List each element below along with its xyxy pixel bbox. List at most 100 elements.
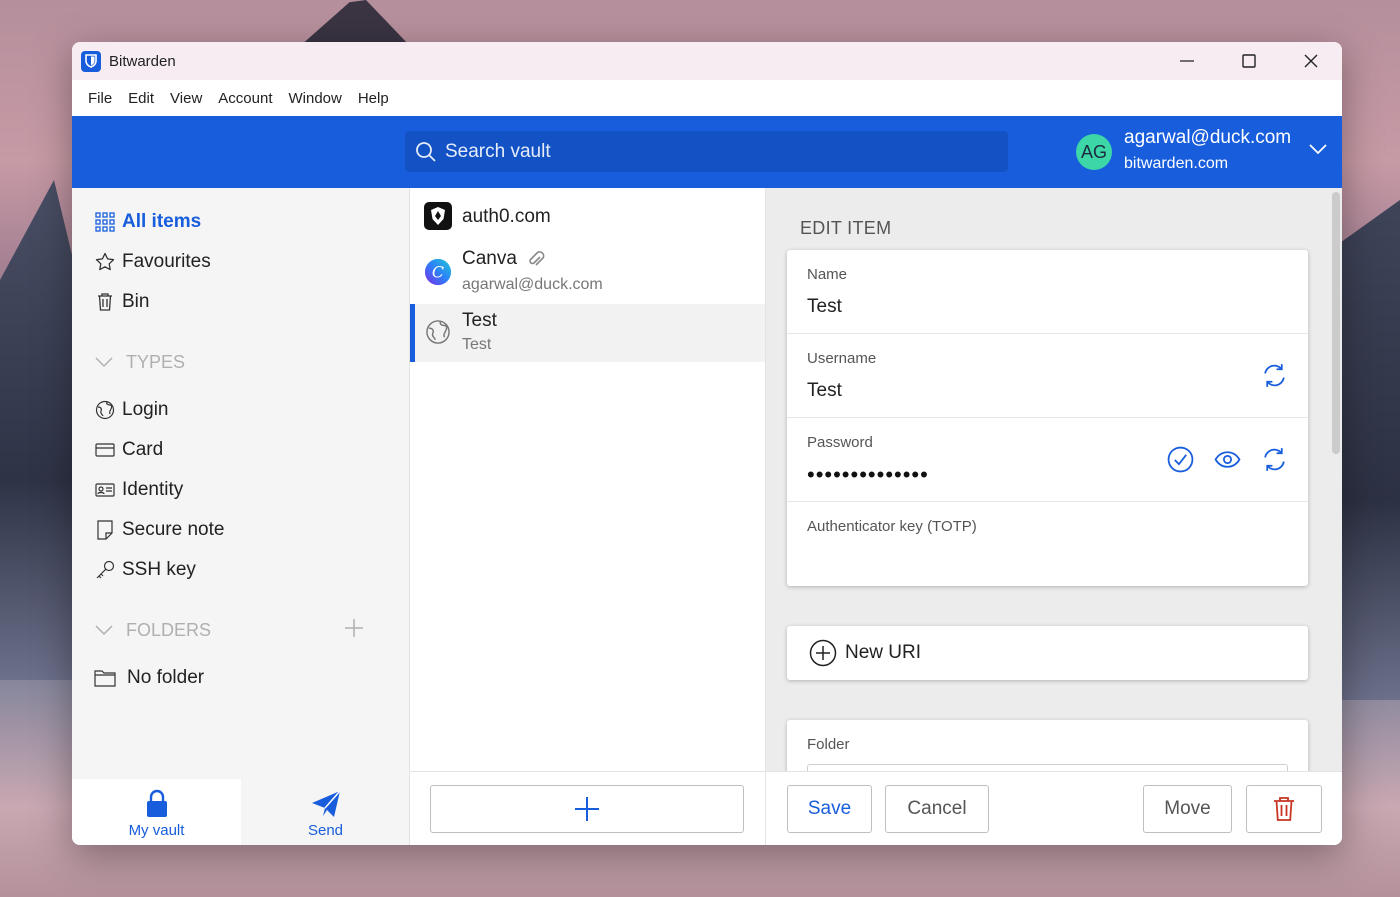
search-icon [415, 141, 437, 163]
check-password-icon[interactable] [1167, 446, 1194, 473]
menu-window[interactable]: Window [280, 90, 349, 107]
chevron-down-icon[interactable] [1308, 142, 1328, 160]
lock-icon [145, 786, 169, 818]
bitwarden-window: Bitwarden File Edit View Account Window … [72, 42, 1342, 845]
search-input[interactable] [445, 140, 985, 163]
sidebar-item-ssh-key[interactable]: SSH key [72, 550, 409, 590]
delete-button[interactable] [1246, 785, 1322, 833]
folders-section-header[interactable]: FOLDERS [72, 610, 409, 650]
sidebar-item-all-items[interactable]: All items [72, 202, 409, 242]
folder-icon [94, 667, 116, 689]
cancel-button[interactable]: Cancel [885, 785, 989, 833]
sidebar-item-label: Favourites [122, 251, 211, 272]
edit-footer: Save Cancel Move [766, 771, 1342, 845]
name-label: Name [807, 266, 848, 283]
generate-password-icon[interactable] [1261, 446, 1288, 473]
password-field[interactable]: Password •••••••••••••• [787, 418, 1308, 502]
scrollbar[interactable] [1332, 192, 1340, 454]
sidebar-item-favourites[interactable]: Favourites [72, 242, 409, 282]
globe-icon [94, 399, 116, 421]
star-icon [94, 251, 116, 273]
move-button[interactable]: Move [1143, 785, 1232, 833]
add-item-button[interactable] [430, 785, 744, 833]
avatar[interactable]: AG [1076, 134, 1112, 170]
list-item-canva[interactable]: C Canva agarwal@duck.com [410, 246, 765, 304]
sidebar-item-label: Card [122, 439, 164, 460]
tab-label: My vault [128, 821, 185, 839]
name-input[interactable]: Test [807, 296, 842, 318]
uri-card: New URI [787, 626, 1308, 680]
sidebar-item-no-folder[interactable]: No folder [72, 658, 409, 698]
eye-icon[interactable] [1214, 446, 1241, 473]
sidebar-item-login[interactable]: Login [72, 390, 409, 430]
window-controls [1156, 42, 1342, 80]
menu-file[interactable]: File [80, 90, 120, 107]
totp-field[interactable]: Authenticator key (TOTP) [787, 502, 1308, 586]
key-icon [94, 559, 116, 581]
generate-username-icon[interactable] [1261, 362, 1288, 389]
account-server: bitwarden.com [1124, 155, 1229, 172]
username-input[interactable]: Test [807, 380, 842, 402]
close-button[interactable] [1280, 42, 1342, 80]
sidebar-item-label: Bin [122, 291, 150, 312]
username-label: Username [807, 350, 877, 367]
types-section-header[interactable]: TYPES [72, 342, 409, 382]
sidebar-item-label: Login [122, 399, 169, 420]
tab-my-vault[interactable]: My vault [72, 779, 241, 845]
chevron-down-icon [94, 620, 116, 641]
paper-plane-icon [311, 786, 341, 818]
id-card-icon [94, 479, 116, 501]
minimize-button[interactable] [1156, 42, 1218, 80]
list-item-auth0[interactable]: auth0.com [410, 188, 765, 246]
auth0-logo-icon [424, 202, 452, 230]
folder-label: Folder [807, 736, 850, 753]
note-icon [94, 519, 116, 541]
sidebar-item-secure-note[interactable]: Secure note [72, 510, 409, 550]
window-title: Bitwarden [109, 52, 176, 70]
save-button[interactable]: Save [787, 785, 872, 833]
sidebar-item-card[interactable]: Card [72, 430, 409, 470]
list-item-test[interactable]: Test Test [410, 304, 765, 362]
menu-view[interactable]: View [162, 90, 210, 107]
credit-card-icon [94, 439, 116, 461]
tab-label: Send [307, 821, 344, 839]
sidebar-item-bin[interactable]: Bin [72, 282, 409, 322]
globe-icon [424, 318, 452, 346]
chevron-down-icon [94, 352, 116, 373]
vault-item-list: auth0.com C Canva agarwal@duck.com Test … [410, 188, 766, 845]
new-uri-button[interactable]: New URI [787, 626, 1308, 680]
background-mountain-peak [300, 0, 410, 46]
plus-circle-icon [809, 639, 837, 667]
username-field[interactable]: Username Test [787, 334, 1308, 418]
sidebar-item-label: Secure note [122, 519, 225, 540]
list-item-subtitle: Test [462, 336, 492, 353]
maximize-button[interactable] [1218, 42, 1280, 80]
sidebar: All items Favourites Bin TYPES Login Car… [72, 188, 410, 845]
paperclip-icon [525, 249, 545, 269]
svg-text:C: C [432, 263, 444, 282]
sidebar-item-identity[interactable]: Identity [72, 470, 409, 510]
list-footer [410, 771, 765, 845]
folders-header-label: FOLDERS [126, 619, 212, 640]
bottom-tabs: My vault Send [72, 779, 410, 845]
new-uri-label: New URI [845, 642, 922, 663]
menu-edit[interactable]: Edit [120, 90, 162, 107]
edit-item-panel: EDIT ITEM Name Test Username Test Passwo… [766, 188, 1342, 845]
totp-label: Authenticator key (TOTP) [807, 518, 977, 535]
list-item-title: auth0.com [462, 206, 551, 227]
menu-help[interactable]: Help [350, 90, 397, 107]
canva-logo-icon: C [424, 258, 452, 286]
name-field[interactable]: Name Test [787, 250, 1308, 334]
password-input[interactable]: •••••••••••••• [807, 462, 929, 488]
list-item-title: Test [462, 310, 497, 331]
login-fields-card: Name Test Username Test Password •••••••… [787, 250, 1308, 586]
account-info[interactable]: agarwal@duck.com bitwarden.com [1124, 127, 1291, 173]
bitwarden-logo-icon [81, 50, 101, 72]
search-bar[interactable] [405, 131, 1008, 172]
add-folder-button[interactable] [344, 618, 364, 643]
tab-send[interactable]: Send [241, 779, 410, 845]
menu-bar: File Edit View Account Window Help [72, 80, 1342, 116]
menu-account[interactable]: Account [210, 90, 280, 107]
sidebar-item-label: All items [122, 211, 202, 232]
edit-item-heading: EDIT ITEM [800, 218, 892, 238]
